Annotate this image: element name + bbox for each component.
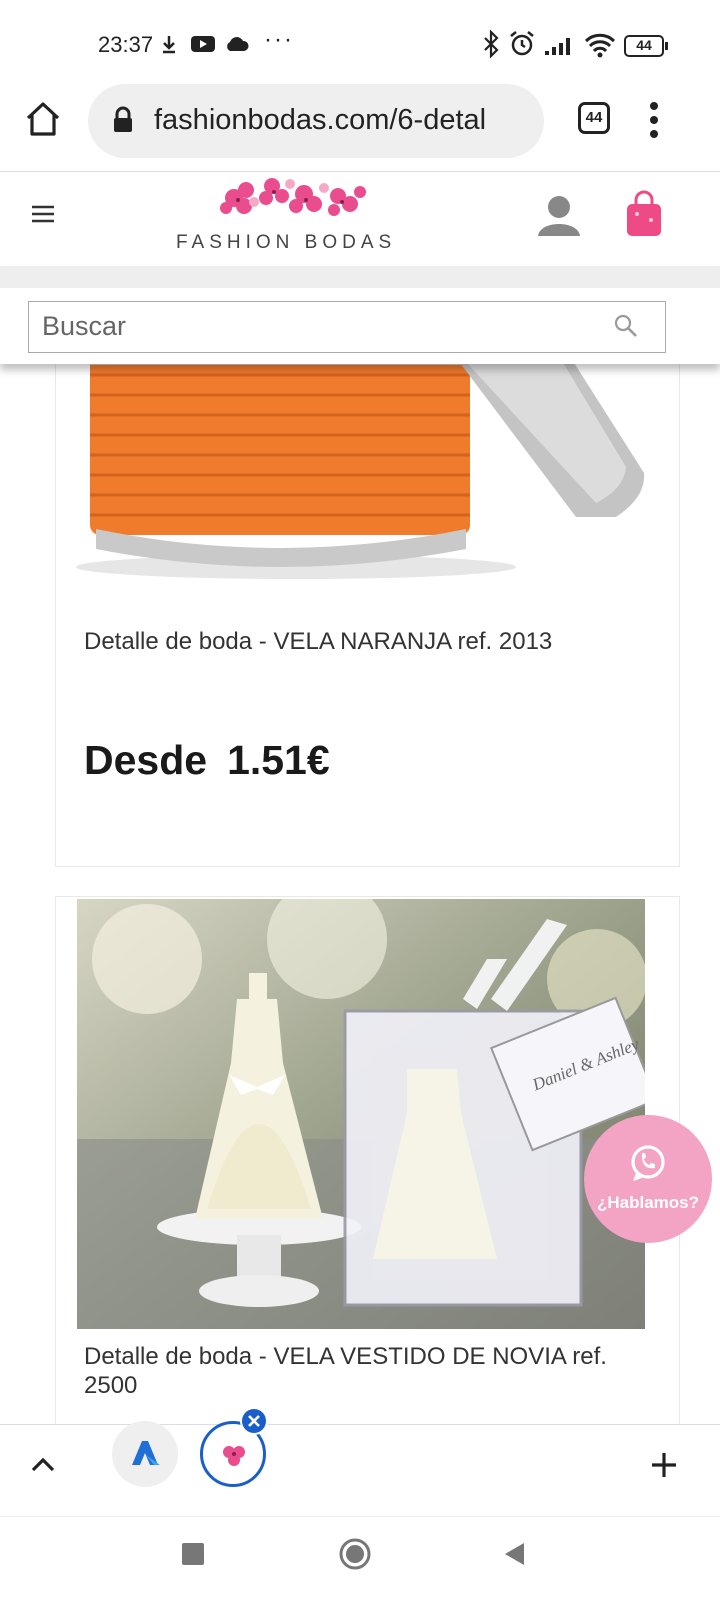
- tab-favicon-flower: [223, 1446, 245, 1466]
- site-header: FASHION BODAS: [0, 172, 720, 266]
- price-prefix: Desde: [84, 737, 208, 783]
- product-list: Detalle de boda - VELA NARANJA ref. 2013…: [0, 266, 720, 1424]
- recent-apps-icon[interactable]: [182, 1543, 204, 1565]
- url-text[interactable]: fashionbodas.com/6-detal: [154, 104, 534, 137]
- status-time: 23:37: [98, 32, 154, 57]
- wifi-icon: [584, 33, 616, 58]
- system-nav-bar: [0, 1516, 720, 1600]
- battery-tip: [665, 42, 668, 50]
- search-bar-container: [0, 266, 720, 364]
- product-title[interactable]: Detalle de boda - VELA NARANJA ref. 2013: [84, 627, 644, 656]
- hamburger-icon[interactable]: [30, 204, 56, 224]
- close-badge-icon[interactable]: [240, 1407, 268, 1435]
- whatsapp-chat-button[interactable]: ¿Hablamos?: [584, 1115, 712, 1243]
- search-input[interactable]: [29, 302, 589, 350]
- home-circle-icon[interactable]: [338, 1537, 372, 1571]
- product-image-bride-dress-candle[interactable]: Daniel & Ashley: [77, 899, 645, 1329]
- user-icon[interactable]: [536, 192, 582, 238]
- price-value: 1.51€: [227, 737, 330, 783]
- brand-name[interactable]: FASHION BODAS: [176, 232, 396, 254]
- lock-icon: [114, 106, 132, 132]
- download-icon: [163, 36, 175, 54]
- whatsapp-label[interactable]: ¿Hablamos?: [584, 1193, 712, 1213]
- browser-bar: fashionbodas.com/6-detal 44: [0, 80, 720, 172]
- menu-dots-icon[interactable]: [646, 100, 662, 140]
- url-bar[interactable]: fashionbodas.com/6-detal: [88, 84, 544, 158]
- more-dots-icon: ···: [264, 26, 294, 53]
- whatsapp-icon: [631, 1145, 665, 1181]
- cloud-icon: [227, 37, 249, 51]
- plus-icon[interactable]: [650, 1451, 678, 1479]
- shopping-bag-icon[interactable]: [624, 190, 664, 238]
- browser-tab-bar: [0, 1407, 720, 1516]
- search-icon[interactable]: [613, 313, 639, 339]
- bluetooth-icon: [484, 30, 499, 58]
- search-box[interactable]: [28, 301, 666, 353]
- youtube-icon: [191, 36, 215, 52]
- header-divider: [0, 266, 720, 288]
- app-a-logo: [132, 1441, 160, 1465]
- status-bar: 23:37 ··· 44: [0, 0, 720, 86]
- battery-icon: 44: [624, 35, 664, 57]
- brand-logo-flowers[interactable]: [214, 172, 374, 228]
- back-icon[interactable]: [502, 1541, 526, 1567]
- signal-icon: [545, 38, 570, 55]
- chevron-up-icon[interactable]: [30, 1455, 56, 1473]
- tabs-icon[interactable]: 44: [578, 102, 610, 134]
- home-icon[interactable]: [24, 100, 62, 138]
- alarm-icon: [510, 31, 534, 56]
- product-title[interactable]: Detalle de boda - VELA VESTIDO DE NOVIA …: [84, 1342, 644, 1400]
- tab-app-icon[interactable]: [112, 1421, 178, 1487]
- product-price: Desde 1.51€: [84, 737, 330, 784]
